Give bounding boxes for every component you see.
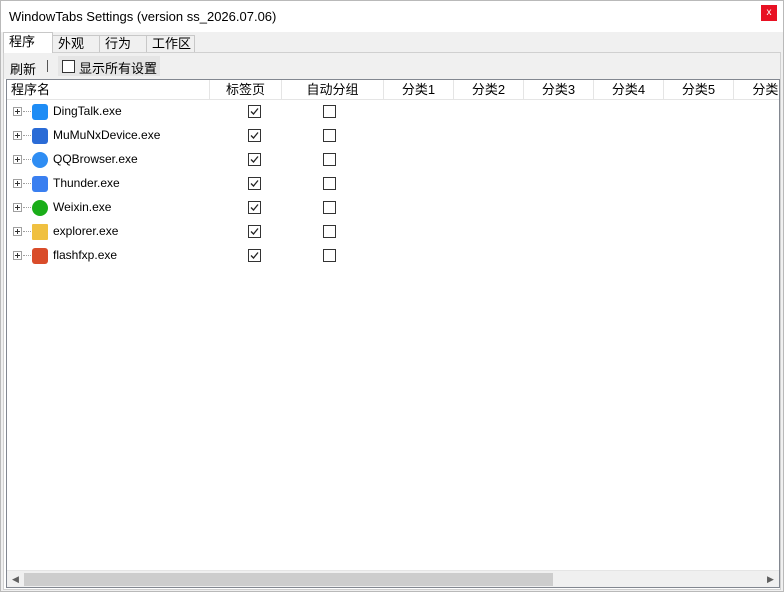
auto-group-checkbox[interactable] xyxy=(323,177,336,190)
auto-group-checkbox[interactable] xyxy=(323,153,336,166)
tree-connector xyxy=(23,111,31,112)
tab-strip: 程序 外观 行为 工作区 xyxy=(3,32,783,53)
settings-window: WindowTabs Settings (version ss_2026.07.… xyxy=(0,0,784,592)
folder-icon xyxy=(32,224,48,240)
table-row[interactable]: Weixin.exe xyxy=(7,196,779,220)
table-row[interactable]: Thunder.exe xyxy=(7,172,779,196)
tree-connector xyxy=(23,207,31,208)
tab-programs[interactable]: 程序 xyxy=(3,32,53,53)
program-name: Weixin.exe xyxy=(53,200,112,214)
tree-connector xyxy=(23,255,31,256)
auto-group-checkbox[interactable] xyxy=(323,129,336,142)
program-name: QQBrowser.exe xyxy=(53,152,138,166)
show-all-settings-toggle[interactable]: 显示所有设置 xyxy=(58,56,160,76)
tabs-checkbox[interactable] xyxy=(248,105,261,118)
column-category-2[interactable]: 分类2 xyxy=(454,80,524,100)
tabs-checkbox[interactable] xyxy=(248,129,261,142)
tab-workspace[interactable]: 工作区 xyxy=(146,35,195,53)
tree-connector xyxy=(23,231,31,232)
tabs-checkbox[interactable] xyxy=(248,153,261,166)
tab-behavior[interactable]: 行为 xyxy=(99,35,148,53)
column-header: 程序名 标签页 自动分组 分类1 分类2 分类3 分类4 分类5 分类6 xyxy=(7,80,779,100)
column-category-3[interactable]: 分类3 xyxy=(524,80,594,100)
column-category-1[interactable]: 分类1 xyxy=(384,80,454,100)
table-row[interactable]: DingTalk.exe xyxy=(7,100,779,124)
title-bar: WindowTabs Settings (version ss_2026.07.… xyxy=(1,1,783,32)
expand-icon[interactable] xyxy=(13,251,22,260)
auto-group-checkbox[interactable] xyxy=(323,105,336,118)
tabs-checkbox[interactable] xyxy=(248,249,261,262)
program-name: MuMuNxDevice.exe xyxy=(53,128,161,142)
tabs-checkbox[interactable] xyxy=(248,225,261,238)
program-name: DingTalk.exe xyxy=(53,104,122,118)
column-auto-group[interactable]: 自动分组 xyxy=(282,80,384,100)
auto-group-checkbox[interactable] xyxy=(323,201,336,214)
toolbar: 刷新 显示所有设置 xyxy=(4,53,780,79)
scroll-left-arrow-icon[interactable]: ◀ xyxy=(7,571,24,587)
table-row[interactable]: MuMuNxDevice.exe xyxy=(7,124,779,148)
window-title: WindowTabs Settings (version ss_2026.07.… xyxy=(9,9,277,24)
weixin-icon xyxy=(32,200,48,216)
thunder-icon xyxy=(32,176,48,192)
column-category-5[interactable]: 分类5 xyxy=(664,80,734,100)
column-tabs[interactable]: 标签页 xyxy=(210,80,282,100)
tab-appearance[interactable]: 外观 xyxy=(52,35,101,53)
table-row[interactable]: QQBrowser.exe xyxy=(7,148,779,172)
scroll-thumb[interactable] xyxy=(24,573,553,586)
program-tree[interactable]: 程序名 标签页 自动分组 分类1 分类2 分类3 分类4 分类5 分类6 Din… xyxy=(6,79,780,588)
table-row[interactable]: explorer.exe xyxy=(7,220,779,244)
expand-icon[interactable] xyxy=(13,203,22,212)
table-row[interactable]: flashfxp.exe xyxy=(7,244,779,268)
tree-connector xyxy=(23,135,31,136)
dingtalk-icon xyxy=(32,104,48,120)
expand-icon[interactable] xyxy=(13,227,22,236)
qqbrowser-icon xyxy=(32,152,48,168)
close-button[interactable]: x xyxy=(761,5,777,21)
auto-group-checkbox[interactable] xyxy=(323,225,336,238)
horizontal-scrollbar[interactable]: ◀ ▶ xyxy=(7,570,779,587)
expand-icon[interactable] xyxy=(13,131,22,140)
program-name: Thunder.exe xyxy=(53,176,120,190)
programs-panel: 刷新 显示所有设置 程序名 标签页 自动分组 分类1 分类2 分类3 分类4 分… xyxy=(3,52,781,590)
expand-icon[interactable] xyxy=(13,179,22,188)
expand-icon[interactable] xyxy=(13,155,22,164)
flashfxp-icon xyxy=(32,248,48,264)
mumu-icon xyxy=(32,128,48,144)
scroll-right-arrow-icon[interactable]: ▶ xyxy=(762,571,779,587)
tabs-checkbox[interactable] xyxy=(248,201,261,214)
program-name: flashfxp.exe xyxy=(53,248,118,262)
expand-icon[interactable] xyxy=(13,107,22,116)
auto-group-checkbox[interactable] xyxy=(323,249,336,262)
column-category-4[interactable]: 分类4 xyxy=(594,80,664,100)
tree-connector xyxy=(23,159,31,160)
toolbar-separator xyxy=(47,60,48,72)
column-program-name[interactable]: 程序名 xyxy=(7,80,210,100)
program-name: explorer.exe xyxy=(53,224,119,238)
refresh-button[interactable]: 刷新 xyxy=(10,59,36,78)
show-all-label: 显示所有设置 xyxy=(79,61,158,76)
show-all-checkbox[interactable] xyxy=(62,60,75,73)
tabs-checkbox[interactable] xyxy=(248,177,261,190)
column-category-6[interactable]: 分类6 xyxy=(734,80,779,100)
tree-connector xyxy=(23,183,31,184)
